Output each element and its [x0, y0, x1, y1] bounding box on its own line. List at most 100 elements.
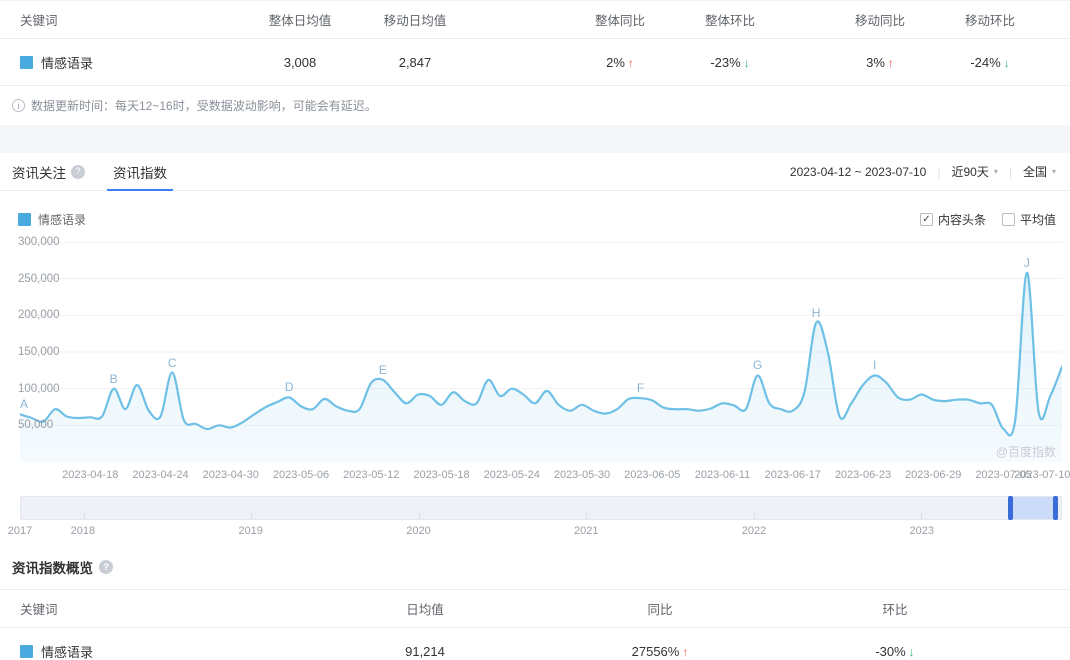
summary-data-row: 情感语录 3,008 2,847 2% ↑ -23% ↓ 3% ↑ -24% ↓: [0, 39, 1070, 86]
up-arrow-icon: ↑: [887, 55, 894, 70]
keyword-summary-table: 关键词 整体日均值 移动日均值 整体同比 整体环比 移动同比 移动环比 情感语录…: [0, 0, 1070, 86]
up-arrow-icon: ↑: [682, 644, 689, 659]
x-tick-label: 2023-05-24: [483, 469, 540, 481]
x-tick-label: 2023-06-23: [834, 469, 892, 481]
separator: |: [1008, 164, 1012, 179]
series-legend: 情感语录: [18, 211, 86, 228]
down-arrow-icon: ↓: [743, 55, 750, 70]
up-arrow-icon: ↑: [627, 55, 634, 70]
mobile-mom-value: -24% ↓: [970, 54, 1010, 70]
overall-yoy-value: 2% ↑: [606, 54, 634, 70]
x-tick-label: 2023-07-10: [1014, 469, 1070, 481]
tab-feed-attention[interactable]: 资讯关注 ?: [12, 153, 85, 190]
chevron-down-icon: ▾: [993, 167, 998, 176]
overview-table: 关键词 日均值 同比 环比 情感语录 91,214 27556% ↑ -30% ↓: [0, 589, 1070, 660]
year-label-2023: 2023: [909, 525, 934, 537]
chevron-down-icon: ▾: [1051, 167, 1056, 176]
watermark: @百度指数: [995, 445, 1056, 459]
overall-avg-value: 3,008: [283, 54, 317, 70]
col-avg: 日均值: [406, 603, 444, 617]
date-range-label[interactable]: 2023-04-12 ~ 2023-07-10: [790, 165, 926, 179]
x-tick-label: 2023-05-30: [553, 469, 611, 481]
overview-header-row: 关键词 日均值 同比 环比: [0, 590, 1070, 628]
y-tick-label: 200,000: [18, 309, 60, 322]
keyword-label: 情感语录: [41, 644, 94, 660]
x-tick-label: 2023-06-29: [905, 469, 962, 481]
section-divider-band: [0, 125, 1070, 153]
overall-mom-value: -23% ↓: [710, 54, 750, 70]
year-tick: [418, 513, 420, 519]
point-label-i: I: [873, 358, 877, 373]
point-label-a: A: [20, 397, 29, 412]
mom-value: -30% ↓: [875, 643, 915, 659]
slider-right-handle[interactable]: [1052, 496, 1058, 520]
period-dropdown[interactable]: 近90天 ▾: [951, 163, 997, 180]
keyword-color-swatch: [20, 644, 33, 658]
down-arrow-icon: ↓: [908, 644, 915, 659]
x-tick-label: 2023-05-06: [272, 469, 330, 481]
year-label-2019: 2019: [238, 525, 263, 537]
keyword-cell: 情感语录: [0, 53, 250, 72]
year-tick: [83, 513, 85, 519]
year-label-2021: 2021: [573, 525, 599, 537]
col-keyword: 关键词: [20, 14, 58, 28]
down-arrow-icon: ↓: [1003, 55, 1010, 70]
keyword-label: 情感语录: [41, 55, 94, 71]
point-label-g: G: [752, 358, 763, 373]
x-tick-label: 2023-05-12: [343, 469, 400, 481]
separator: |: [937, 164, 941, 179]
avg-value: 91,214: [405, 643, 445, 659]
region-dropdown[interactable]: 全国 ▾: [1023, 163, 1056, 180]
help-icon[interactable]: ?: [99, 560, 113, 574]
x-axis-labels: 2023-04-18 2023-04-24 2023-04-30 2023-05-06…: [20, 464, 1070, 484]
col-overall-yoy: 整体同比: [594, 14, 645, 28]
unchecked-checkbox-icon[interactable]: [1001, 213, 1015, 226]
col-mobile-yoy: 移动同比: [854, 14, 905, 28]
yoy-value: 27556% ↑: [631, 643, 689, 659]
col-mobile-avg: 移动日均值: [383, 14, 447, 28]
tab-feed-index[interactable]: 资讯指数: [107, 153, 173, 191]
trend-chart[interactable]: [20, 242, 1062, 462]
checkbox-label: 内容头条: [937, 213, 986, 227]
col-keyword: 关键词: [20, 603, 58, 617]
year-label-2017: 2017: [7, 525, 33, 537]
data-update-note: i 数据更新时间：每天12~16时，受数据波动影响，可能会有延迟。: [0, 86, 1070, 125]
point-label-j: J: [1023, 255, 1030, 270]
help-icon[interactable]: ?: [71, 164, 85, 179]
x-tick-label: 2023-04-30: [202, 469, 259, 481]
info-icon: i: [12, 99, 25, 112]
y-tick-label: 100,000: [18, 382, 60, 395]
col-overall-mom: 整体环比: [704, 14, 755, 28]
year-label-2022: 2022: [741, 525, 767, 537]
point-label-e: E: [378, 362, 387, 377]
point-label-d: D: [284, 380, 294, 395]
checkbox-内容头条[interactable]: ✓ 内容头条: [919, 211, 986, 228]
slider-track[interactable]: [20, 496, 1062, 520]
mobile-yoy-value: 3% ↑: [866, 54, 894, 70]
checked-checkbox-icon[interactable]: ✓: [919, 213, 933, 226]
y-tick-label: 150,000: [18, 346, 60, 358]
legend-keyword-label: 情感语录: [38, 213, 87, 227]
x-tick-label: 2023-06-17: [764, 469, 821, 481]
y-tick-label: 250,000: [18, 272, 60, 285]
slider-selected-range[interactable]: [1008, 496, 1058, 520]
year-tick: [251, 513, 253, 519]
summary-header-row: 关键词 整体日均值 移动日均值 整体同比 整体环比 移动同比 移动环比: [0, 1, 1070, 39]
keyword-cell: 情感语录: [0, 642, 250, 660]
trend-chart-area[interactable]: @百度指数 50,000 100,000 150,000 200,000 250,000…: [18, 236, 1062, 462]
checkbox-平均值[interactable]: 平均值: [1001, 211, 1056, 228]
y-tick-label: 300,000: [18, 236, 60, 248]
x-tick-label: 2023-04-24: [132, 469, 189, 481]
year-tick: [586, 513, 588, 519]
x-tick-label: 2023-04-18: [62, 469, 119, 481]
col-mobile-mom: 移动环比: [964, 14, 1015, 28]
keyword-color-swatch: [20, 55, 33, 69]
keyword-color-swatch: [18, 213, 31, 226]
trend-tabbar: 资讯关注 ? 资讯指数 2023-04-12 ~ 2023-07-10 | 近9…: [0, 153, 1070, 191]
slider-left-handle[interactable]: [1008, 496, 1014, 520]
point-label-c: C: [167, 355, 177, 370]
overview-data-row: 情感语录 91,214 27556% ↑ -30% ↓: [0, 628, 1070, 660]
feed-index-overview: 资讯指数概览 ? 关键词 日均值 同比 环比 情感语录 91,214 27556…: [0, 557, 1070, 660]
year-label-2020: 2020: [406, 525, 431, 537]
chart-option-checkboxes: ✓ 内容头条 平均值: [919, 211, 1056, 228]
